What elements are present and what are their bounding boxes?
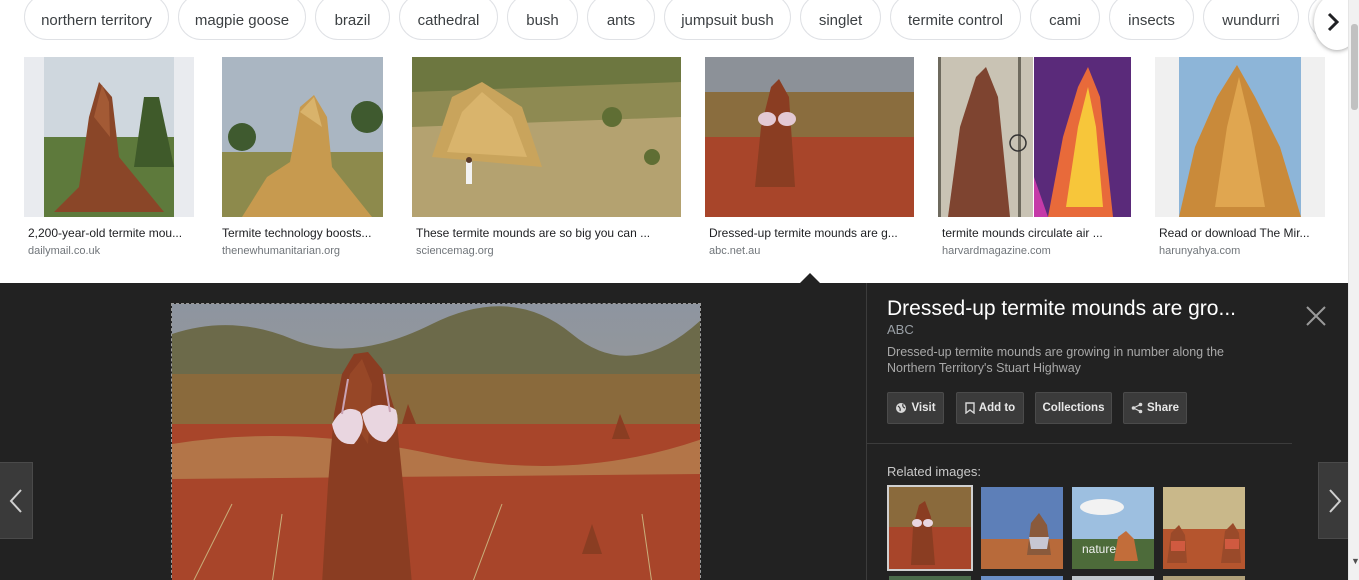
chip-cami[interactable]: cami: [1030, 0, 1100, 40]
next-image-button[interactable]: [1318, 462, 1351, 539]
result-thumbnail-5[interactable]: [938, 57, 1131, 217]
preview-title[interactable]: Dressed-up termite mounds are gro...: [887, 297, 1267, 321]
related-image-8[interactable]: [1163, 576, 1245, 580]
result-title-2[interactable]: Termite technology boosts...: [222, 226, 382, 240]
related-image-2[interactable]: [981, 487, 1063, 569]
chip-wundurri[interactable]: wundurri: [1203, 0, 1299, 40]
chevron-right-icon: [1328, 488, 1341, 513]
chip-termite-control[interactable]: termite control: [890, 0, 1021, 40]
related-image-3[interactable]: nature: [1072, 487, 1154, 569]
image-search-page: { "chips": ["northern territory", "magpi…: [0, 0, 1359, 580]
related-image-7[interactable]: [1072, 576, 1154, 580]
result-source-4: abc.net.au: [709, 245, 761, 257]
result-title-6[interactable]: Read or download The Mir...: [1159, 226, 1325, 240]
result-thumbnail-6[interactable]: [1155, 57, 1325, 217]
visit-label: Visit: [911, 402, 936, 414]
chip-northern-territory[interactable]: northern territory: [24, 0, 169, 40]
vertical-scrollbar[interactable]: ▼: [1348, 0, 1359, 580]
related-watermark: nature: [1082, 542, 1116, 556]
chip-cathedral[interactable]: cathedral: [399, 0, 498, 40]
related-image-4[interactable]: [1163, 487, 1245, 569]
chip-brazil[interactable]: brazil: [315, 0, 390, 40]
chip-insects[interactable]: insects: [1109, 0, 1194, 40]
selected-result-pointer: [800, 273, 820, 283]
related-image-1[interactable]: [887, 485, 973, 571]
add-to-button[interactable]: Add to: [956, 392, 1024, 424]
result-source-2: thenewhumanitarian.org: [222, 245, 341, 257]
result-title-1[interactable]: 2,200-year-old termite mou...: [28, 226, 193, 240]
chip-magpie-goose[interactable]: magpie goose: [178, 0, 306, 40]
collections-label: Collections: [1042, 402, 1105, 414]
bookmark-icon: [965, 402, 975, 414]
result-source-3: sciencemag.org: [416, 245, 494, 257]
related-image-6[interactable]: [981, 576, 1063, 580]
visit-button[interactable]: Visit: [887, 392, 944, 424]
result-thumbnail-1[interactable]: [24, 57, 194, 217]
result-title-3[interactable]: These termite mounds are so big you can …: [416, 226, 681, 240]
preview-source: ABC: [887, 322, 914, 337]
related-image-5[interactable]: [889, 576, 971, 580]
result-thumbnail-4[interactable]: [705, 57, 914, 217]
close-icon: [1306, 306, 1326, 326]
chip-bush[interactable]: bush: [507, 0, 578, 40]
panel-section-divider: [867, 443, 1292, 444]
scrollbar-thumb[interactable]: [1351, 24, 1358, 110]
close-preview-button[interactable]: [1303, 303, 1329, 329]
chevron-right-icon: [1327, 12, 1340, 32]
preview-image[interactable]: [171, 303, 701, 580]
result-title-4[interactable]: Dressed-up termite mounds are g...: [709, 226, 914, 240]
preview-description: Dressed-up termite mounds are growing in…: [887, 345, 1224, 375]
result-title-5[interactable]: termite mounds circulate air ...: [942, 226, 1132, 240]
collections-button[interactable]: Collections: [1035, 392, 1112, 424]
share-label: Share: [1147, 402, 1179, 414]
scroll-down-arrow[interactable]: ▼: [1351, 556, 1359, 566]
share-button[interactable]: Share: [1123, 392, 1187, 424]
share-icon: [1131, 402, 1143, 414]
result-source-5: harvardmagazine.com: [942, 245, 1051, 257]
chip-singlet[interactable]: singlet: [800, 0, 881, 40]
previous-image-button[interactable]: [0, 462, 33, 539]
add-to-label: Add to: [978, 402, 1016, 414]
chevron-left-icon: [9, 488, 22, 513]
chip-jumpsuit-bush[interactable]: jumpsuit bush: [664, 0, 791, 40]
globe-icon: [895, 402, 907, 414]
result-source-6: harunyahya.com: [1159, 245, 1241, 257]
related-images-label: Related images:: [887, 464, 981, 479]
result-thumbnail-3[interactable]: [412, 57, 681, 217]
result-source-1: dailymail.co.uk: [28, 245, 101, 257]
panel-divider: [866, 283, 867, 580]
chip-ants[interactable]: ants: [587, 0, 655, 40]
suggestion-chip-bar: northern territory magpie goose brazil c…: [0, 0, 1340, 44]
result-thumbnail-2[interactable]: [222, 57, 383, 217]
